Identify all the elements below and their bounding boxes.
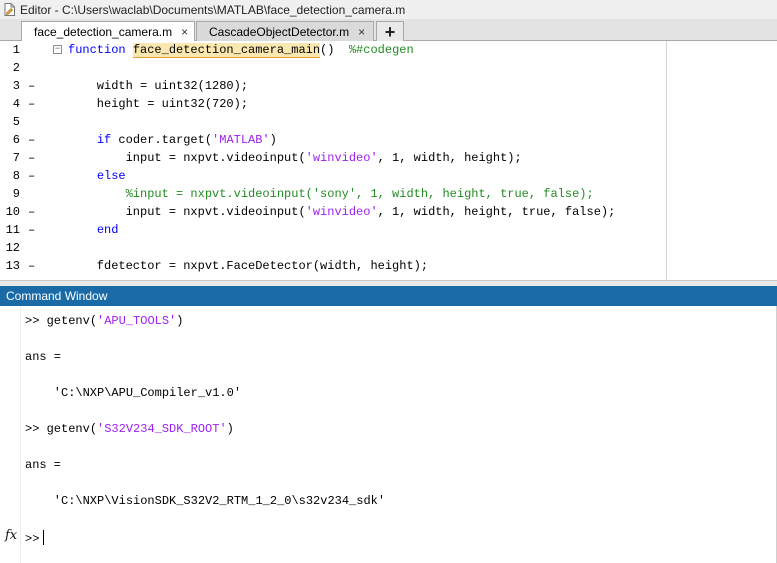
close-tab-icon[interactable]: ×: [181, 25, 188, 39]
code-line[interactable]: 11 – end: [0, 221, 777, 239]
line-number: 3: [12, 79, 20, 93]
code-line[interactable]: 8 – else: [0, 167, 777, 185]
fold-toggle-icon[interactable]: −: [53, 45, 62, 54]
code-text: input = nxpvt.videoinput('winvideo', 1, …: [68, 151, 522, 165]
code-line[interactable]: 12: [0, 239, 777, 257]
line-number: 13: [5, 259, 20, 273]
code-text: if coder.target('MATLAB'): [96, 133, 277, 147]
line-number: 10: [5, 205, 20, 219]
code-line[interactable]: 1 − function face_detection_camera_main(…: [0, 41, 777, 59]
code-line[interactable]: 4 – height = uint32(720);: [0, 95, 777, 113]
command-window-title: Command Window: [6, 289, 108, 303]
tab-label: face_detection_camera.m: [34, 25, 173, 39]
tab-label: CascadeObjectDetector.m: [209, 24, 350, 39]
code-text: else: [96, 169, 126, 183]
code-text: function face_detection_camera_main() %#…: [68, 43, 414, 58]
output-value: 'C:\NXP\VisionSDK_S32V2_RTM_1_2_0\s32v23…: [25, 494, 386, 508]
plus-icon: +: [384, 21, 396, 42]
code-text: fdetector = nxpvt.FaceDetector(width, he…: [68, 259, 429, 273]
breakpoint-marker[interactable]: –: [28, 151, 35, 165]
line-number: 12: [5, 241, 20, 255]
tab-cascade-object-detector[interactable]: CascadeObjectDetector.m ×: [196, 21, 374, 41]
editor-title: Editor - C:\Users\waclab\Documents\MATLA…: [20, 2, 406, 17]
breakpoint-marker[interactable]: –: [28, 223, 35, 237]
line-number: 6: [12, 133, 20, 147]
breakpoint-marker[interactable]: –: [28, 259, 35, 273]
command-entry: >> getenv('S32V234_SDK_ROOT'): [25, 422, 234, 436]
breakpoint-marker[interactable]: –: [28, 169, 35, 183]
code-line[interactable]: 3 – width = uint32(1280);: [0, 77, 777, 95]
command-window-gutter: [0, 306, 21, 563]
code-line[interactable]: 10 – input = nxpvt.videoinput('winvideo'…: [0, 203, 777, 221]
text-cursor: [43, 530, 45, 545]
breakpoint-marker[interactable]: –: [28, 205, 35, 219]
code-line[interactable]: 9 %input = nxpvt.videoinput('sony', 1, w…: [0, 185, 777, 203]
ans-label: ans =: [25, 458, 62, 472]
breakpoint-marker[interactable]: –: [28, 79, 35, 93]
code-text: %input = nxpvt.videoinput('sony', 1, wid…: [68, 187, 594, 201]
code-line[interactable]: 7 – input = nxpvt.videoinput('winvideo',…: [0, 149, 777, 167]
ans-label: ans =: [25, 350, 62, 364]
code-line[interactable]: 13 – fdetector = nxpvt.FaceDetector(widt…: [0, 257, 777, 275]
command-prompt-input[interactable]: >>: [25, 530, 45, 546]
line-number: 2: [12, 61, 20, 75]
document-icon: [4, 3, 15, 16]
breakpoint-marker[interactable]: –: [28, 97, 35, 111]
editor-title-bar: Editor - C:\Users\waclab\Documents\MATLA…: [0, 0, 777, 19]
line-number: 9: [12, 187, 20, 201]
command-window-title-bar[interactable]: Command Window: [0, 286, 777, 306]
command-entry: >> getenv('APU_TOOLS'): [25, 314, 184, 328]
add-tab-button[interactable]: +: [376, 21, 404, 41]
code-line[interactable]: 6 – if coder.target('MATLAB'): [0, 131, 777, 149]
code-line[interactable]: 2: [0, 59, 777, 77]
line-number: 11: [5, 223, 20, 237]
code-text: height = uint32(720);: [68, 97, 249, 111]
tab-face-detection-camera[interactable]: face_detection_camera.m ×: [21, 21, 195, 42]
line-number: 7: [12, 151, 20, 165]
code-text: end: [96, 223, 119, 237]
breakpoint-marker[interactable]: –: [28, 133, 35, 147]
code-editor[interactable]: 1 − function face_detection_camera_main(…: [0, 41, 777, 280]
command-window[interactable]: >> getenv('APU_TOOLS') ans = 'C:\NXP\APU…: [0, 306, 777, 563]
line-number: 1: [12, 43, 20, 57]
output-value: 'C:\NXP\APU_Compiler_v1.0': [25, 386, 242, 400]
function-browser-icon[interactable]: fx: [5, 528, 17, 543]
line-number: 5: [12, 115, 20, 129]
line-number: 4: [12, 97, 20, 111]
line-number: 8: [12, 169, 20, 183]
code-text: input = nxpvt.videoinput('winvideo', 1, …: [68, 205, 616, 219]
close-tab-icon[interactable]: ×: [358, 25, 365, 39]
code-text: width = uint32(1280);: [68, 79, 249, 93]
editor-tab-strip: face_detection_camera.m × CascadeObjectD…: [0, 19, 777, 42]
code-line[interactable]: 5: [0, 113, 777, 131]
